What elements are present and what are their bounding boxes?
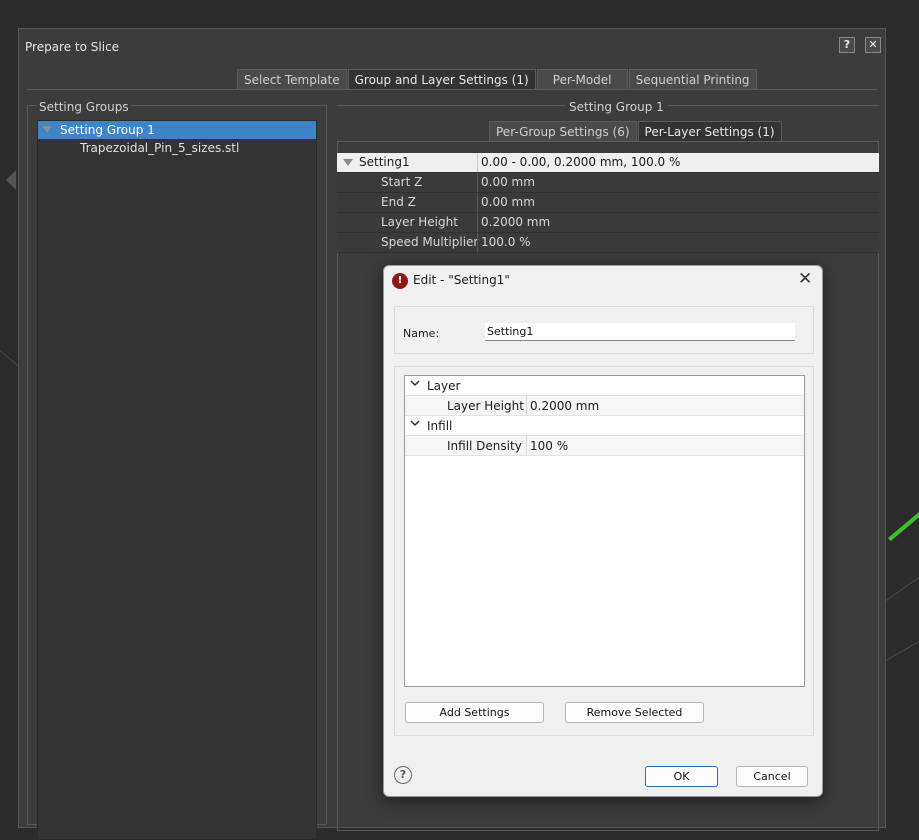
add-settings-button[interactable]: Add Settings xyxy=(405,702,544,723)
tree-category-infill[interactable]: Infill xyxy=(405,416,804,436)
column-divider xyxy=(477,193,478,212)
table-row[interactable]: Start Z 0.00 mm xyxy=(337,173,879,193)
tab-per-group-settings[interactable]: Per-Group Settings (6) xyxy=(489,121,637,142)
name-label: Name: xyxy=(403,327,440,340)
tab-group-layer-settings[interactable]: Group and Layer Settings (1) xyxy=(347,69,536,90)
help-icon[interactable]: ? xyxy=(394,766,412,784)
tree-item-setting-group-1[interactable]: Setting Group 1 xyxy=(38,121,316,139)
settings-tree: Layer Layer Height 0.2000 mm Infill Infi… xyxy=(404,375,805,687)
viewport-grid-line xyxy=(886,577,919,601)
setting-group-name: Setting Group 1 xyxy=(60,123,155,137)
row-name: Layer Height xyxy=(381,215,458,229)
sub-tabs: Per-Group Settings (6) Per-Layer Setting… xyxy=(489,121,783,142)
settings-group: Layer Layer Height 0.2000 mm Infill Infi… xyxy=(394,366,814,736)
tree-row-infill-density[interactable]: Infill Density 100 % xyxy=(405,436,804,456)
column-divider xyxy=(477,233,478,252)
table-row[interactable]: Layer Height 0.2000 mm xyxy=(337,213,879,233)
titlebar: Prepare to Slice ? ✕ xyxy=(19,29,885,65)
table-row[interactable]: End Z 0.00 mm xyxy=(337,193,879,213)
chevron-down-icon[interactable] xyxy=(410,418,420,431)
viewport-grid-line xyxy=(0,350,20,367)
column-divider xyxy=(526,436,527,455)
edit-dialog-title: Edit - "Setting1" xyxy=(413,273,510,287)
column-divider xyxy=(477,173,478,192)
help-button[interactable]: ? xyxy=(839,37,855,53)
setting-groups-header: Setting Groups xyxy=(37,100,131,114)
per-layer-settings-table: Setting1 0.00 - 0.00, 0.2000 mm, 100.0 %… xyxy=(337,153,879,253)
setting-summary: 0.00 - 0.00, 0.2000 mm, 100.0 % xyxy=(481,155,681,169)
chevron-down-icon[interactable] xyxy=(410,378,420,391)
category-label: Infill xyxy=(427,419,453,433)
row-value: 0.2000 mm xyxy=(481,215,551,229)
category-label: Layer xyxy=(427,379,461,393)
name-group: Name: xyxy=(394,306,814,354)
column-divider xyxy=(526,396,527,415)
expand-triangle-icon[interactable] xyxy=(42,126,52,133)
setting-value: 0.2000 mm xyxy=(530,399,600,413)
column-divider xyxy=(477,153,478,172)
viewport-grid-line xyxy=(886,640,919,661)
dialog-title: Prepare to Slice xyxy=(25,40,120,54)
main-tabs: Select Template Group and Layer Settings… xyxy=(237,69,758,90)
cancel-button[interactable]: Cancel xyxy=(736,766,808,787)
setting-value: 100 % xyxy=(530,439,569,453)
tab-per-model[interactable]: Per-Model xyxy=(536,69,628,90)
edit-setting-dialog: ! Edit - "Setting1" ✕ Name: Layer Layer … xyxy=(383,265,823,797)
row-value: 0.00 mm xyxy=(481,175,535,189)
table-row[interactable]: Speed Multiplier 100.0 % xyxy=(337,233,879,253)
setting-name: Infill Density xyxy=(447,439,522,453)
tab-select-template[interactable]: Select Template xyxy=(237,69,347,90)
tree-row-layer-height[interactable]: Layer Height 0.2000 mm xyxy=(405,396,804,416)
name-input[interactable] xyxy=(485,323,795,341)
row-name: Start Z xyxy=(381,175,423,189)
row-name: Speed Multiplier xyxy=(381,235,479,249)
collapse-arrow-icon[interactable] xyxy=(6,170,16,190)
expand-triangle-icon[interactable] xyxy=(343,159,353,166)
remove-selected-button[interactable]: Remove Selected xyxy=(565,702,704,723)
ok-button[interactable]: OK xyxy=(645,766,718,787)
setting-name: Layer Height xyxy=(447,399,524,413)
tree-item-file[interactable]: Trapezoidal_Pin_5_sizes.stl xyxy=(80,141,239,155)
tab-sequential-printing[interactable]: Sequential Printing xyxy=(628,69,757,90)
tree-category-layer[interactable]: Layer xyxy=(405,376,804,396)
tab-per-layer-settings[interactable]: Per-Layer Settings (1) xyxy=(637,121,782,142)
viewport-green-edge xyxy=(888,512,919,542)
row-value: 100.0 % xyxy=(481,235,531,249)
row-value: 0.00 mm xyxy=(481,195,535,209)
close-button[interactable]: ✕ xyxy=(865,37,881,53)
setting-name: Setting1 xyxy=(359,155,410,169)
close-icon[interactable]: ✕ xyxy=(798,269,812,289)
row-name: End Z xyxy=(381,195,416,209)
setting-groups-tree: Setting Group 1 Trapezoidal_Pin_5_sizes.… xyxy=(37,120,317,840)
app-warning-icon: ! xyxy=(392,273,408,289)
right-panel-title: Setting Group 1 xyxy=(565,100,668,114)
column-divider xyxy=(477,213,478,232)
setting-row-header[interactable]: Setting1 0.00 - 0.00, 0.2000 mm, 100.0 % xyxy=(337,153,879,173)
